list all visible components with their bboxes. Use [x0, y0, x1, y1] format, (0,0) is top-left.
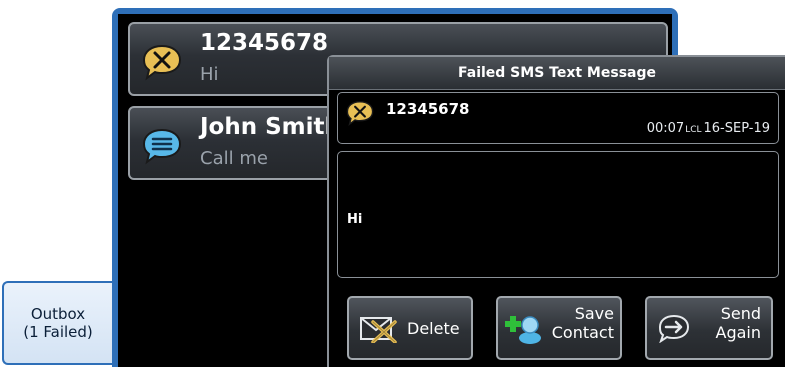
message-sender: 12345678 — [200, 30, 329, 56]
message-bubble-icon — [140, 126, 184, 170]
message-timestamp: 00:07LCL 16-SEP-19 — [647, 121, 770, 136]
delete-button[interactable]: Delete — [347, 296, 473, 360]
failed-message-icon — [344, 99, 376, 131]
failed-sms-dialog: Failed SMS Text Message 12345678 00:07LC… — [327, 55, 785, 367]
message-preview: Call me — [200, 148, 268, 169]
message-body: Hi — [337, 151, 779, 278]
message-preview: Hi — [200, 64, 219, 85]
save-contact-line2: Contact — [551, 323, 614, 342]
outbox-tab-failed-count: (1 Failed) — [23, 323, 93, 341]
sender-info: 12345678 00:07LCL 16-SEP-19 — [337, 92, 779, 144]
send-again-button-label: Send Again — [716, 304, 762, 342]
resend-arrow-icon — [657, 313, 691, 347]
sender-number: 12345678 — [386, 100, 470, 118]
send-again-line2: Again — [715, 323, 762, 342]
message-date: 16-SEP-19 — [703, 121, 771, 136]
send-again-button[interactable]: Send Again — [645, 296, 773, 360]
outbox-tab[interactable]: Outbox (1 Failed) — [2, 281, 112, 365]
message-body-text: Hi — [347, 212, 363, 227]
failed-message-icon — [140, 42, 184, 86]
outbox-tab-label: Outbox — [30, 305, 86, 323]
delete-envelope-icon — [359, 315, 397, 347]
screen: Outbox (1 Failed) 12345678 Hi John Smith… — [0, 0, 785, 367]
save-contact-button[interactable]: Save Contact — [496, 296, 622, 360]
delete-button-label: Delete — [407, 319, 460, 338]
dialog-title: Failed SMS Text Message — [329, 57, 785, 90]
add-contact-icon — [504, 312, 544, 348]
message-sender: John Smith — [200, 114, 341, 140]
send-again-line1: Send — [720, 304, 761, 323]
save-contact-button-label: Save Contact — [552, 304, 614, 342]
time-zone-label: LCL — [685, 125, 702, 135]
message-time: 00:07 — [646, 121, 685, 136]
save-contact-line1: Save — [574, 304, 614, 323]
